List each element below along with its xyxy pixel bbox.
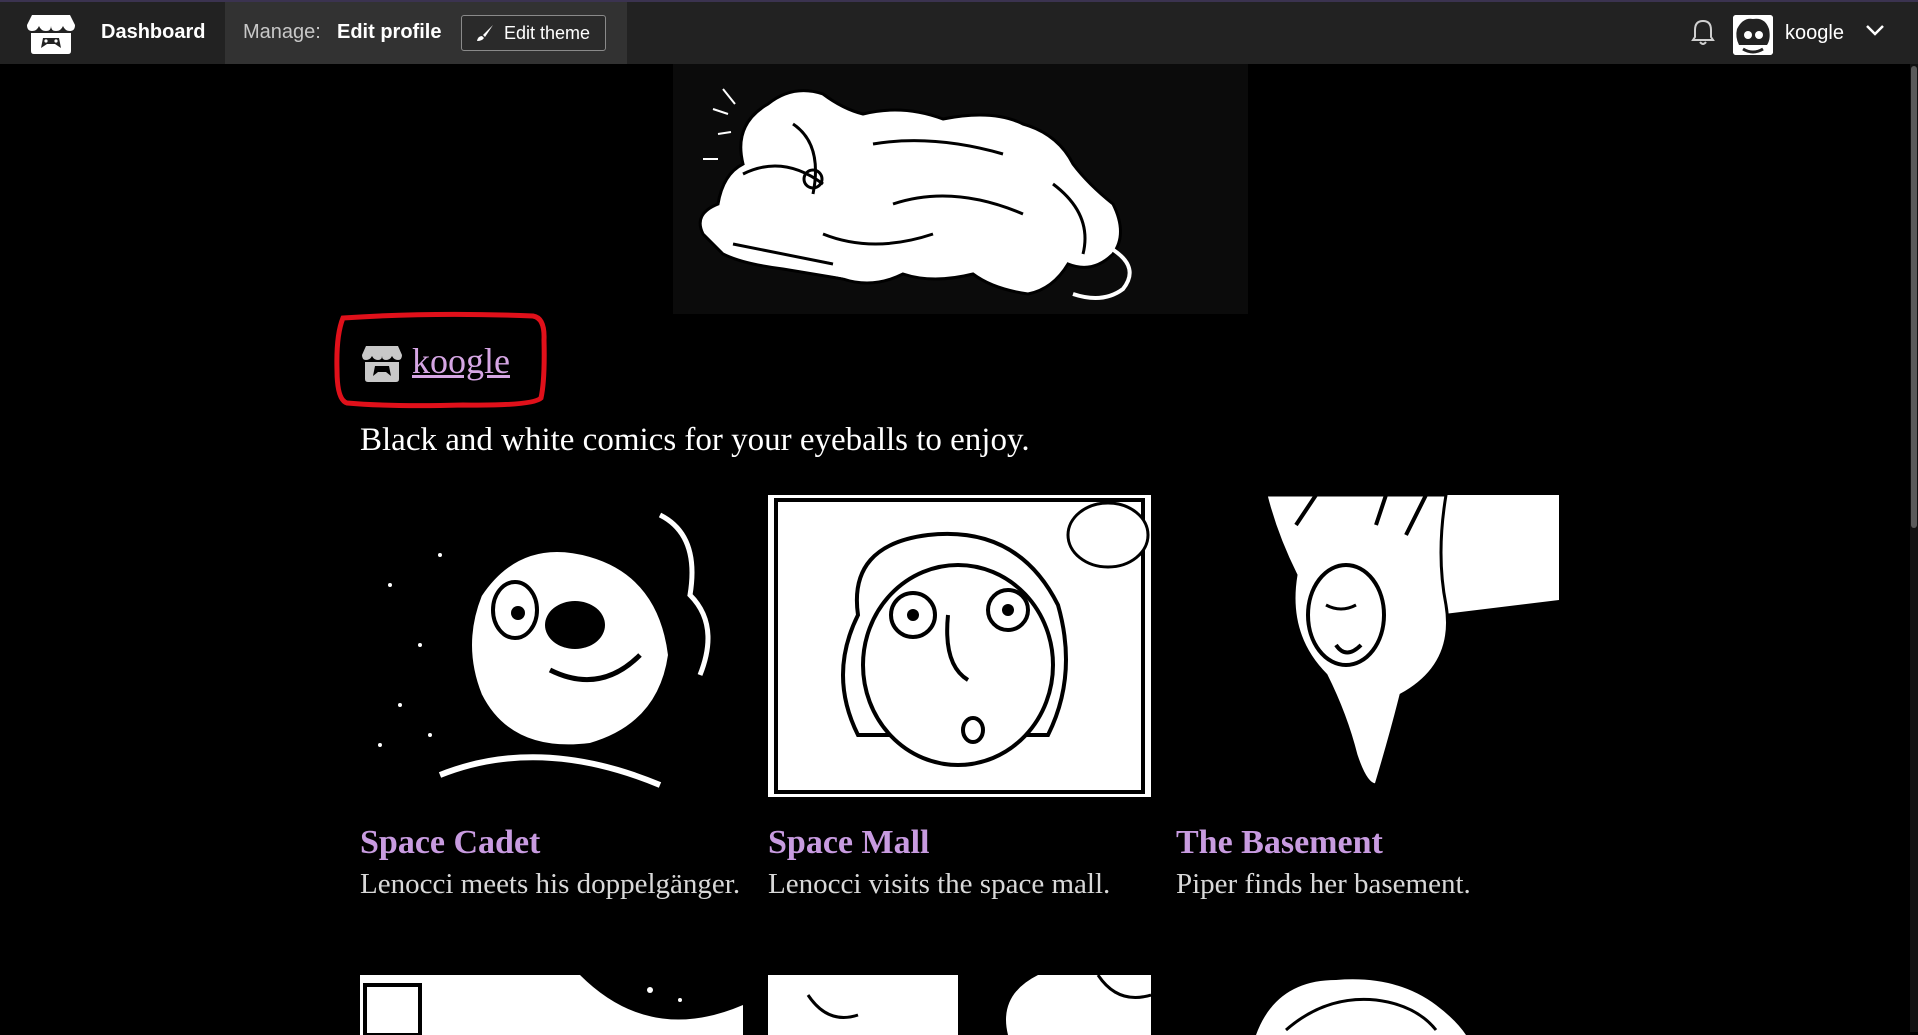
game-card[interactable]: Space Mall Lenocci visits the space mall… — [768, 495, 1151, 903]
dashboard-link[interactable]: Dashboard — [101, 21, 205, 44]
game-description: Piper finds her basement. — [1176, 868, 1471, 900]
profile-name-link[interactable]: koogle — [412, 340, 510, 382]
user-menu-name[interactable]: koogle — [1785, 22, 1844, 45]
brush-icon — [477, 25, 493, 41]
game-description: Lenocci visits the space mall. — [768, 868, 1111, 900]
game-thumbnail[interactable] — [1176, 495, 1559, 797]
game-thumbnail[interactable] — [360, 975, 743, 1035]
edit-theme-button[interactable]: Edit theme — [461, 15, 606, 51]
top-navigation-bar: Dashboard Manage: Edit profile Edit them… — [0, 0, 1918, 64]
game-title[interactable]: The Basement — [1176, 823, 1559, 863]
avatar[interactable] — [1733, 15, 1773, 55]
scrollbar-thumb[interactable] — [1911, 66, 1917, 528]
manage-label: Manage: — [243, 21, 321, 43]
profile-banner-image — [673, 64, 1248, 314]
chevron-down-icon[interactable] — [1864, 22, 1886, 40]
game-thumbnail[interactable] — [1176, 975, 1559, 1035]
game-thumbnail[interactable] — [768, 975, 1151, 1035]
game-title[interactable]: Space Mall — [768, 823, 1151, 863]
manage-section: Manage: Edit profile Edit theme — [225, 2, 627, 64]
edit-theme-label: Edit theme — [504, 22, 591, 43]
game-card[interactable]: Space Cadet Lenocci meets his doppelgäng… — [360, 495, 743, 903]
game-description: Lenocci meets his doppelgänger. — [360, 868, 741, 900]
game-card[interactable]: The Basement Piper finds her basement. — [1176, 495, 1559, 903]
bell-icon[interactable] — [1690, 18, 1716, 46]
edit-profile-link[interactable]: Edit profile — [337, 21, 441, 44]
game-thumbnail[interactable] — [360, 495, 743, 797]
profile-tagline: Black and white comics for your eyeballs… — [360, 422, 1030, 458]
game-thumbnail[interactable] — [768, 495, 1151, 797]
game-title[interactable]: Space Cadet — [360, 823, 743, 863]
profile-itchio-icon — [362, 346, 402, 382]
itchio-logo-icon[interactable] — [26, 13, 76, 55]
